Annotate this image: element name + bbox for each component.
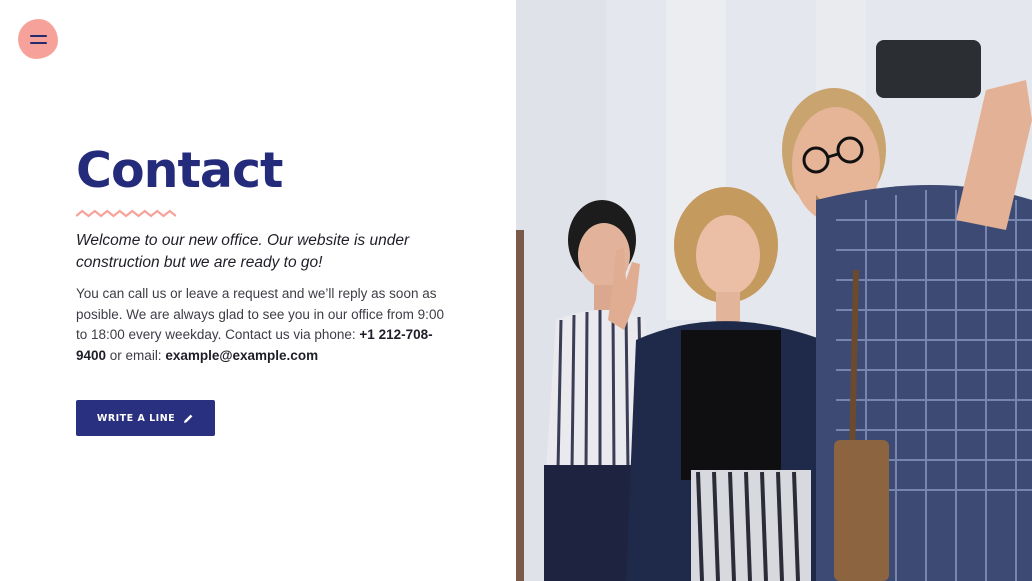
body-text-email-prefix: or email:	[106, 348, 166, 364]
menu-button[interactable]	[18, 19, 58, 59]
write-a-line-button[interactable]: WRITE A LINE	[76, 400, 215, 436]
hamburger-menu-icon	[29, 34, 47, 44]
contact-section: Contact Welcome to our new office. Our w…	[76, 140, 446, 367]
wavy-divider-icon	[76, 209, 176, 218]
email-address: example@example.com	[165, 348, 319, 364]
team-selfie-illustration	[516, 0, 1032, 581]
pencil-icon	[184, 414, 193, 423]
lead-text: Welcome to our new office. Our website i…	[76, 232, 410, 271]
contact-body-text: You can call us or leave a request and w…	[76, 284, 446, 367]
team-selfie-photo	[516, 0, 1032, 581]
page-title: Contact	[76, 142, 283, 199]
write-a-line-label: WRITE A LINE	[96, 412, 176, 424]
